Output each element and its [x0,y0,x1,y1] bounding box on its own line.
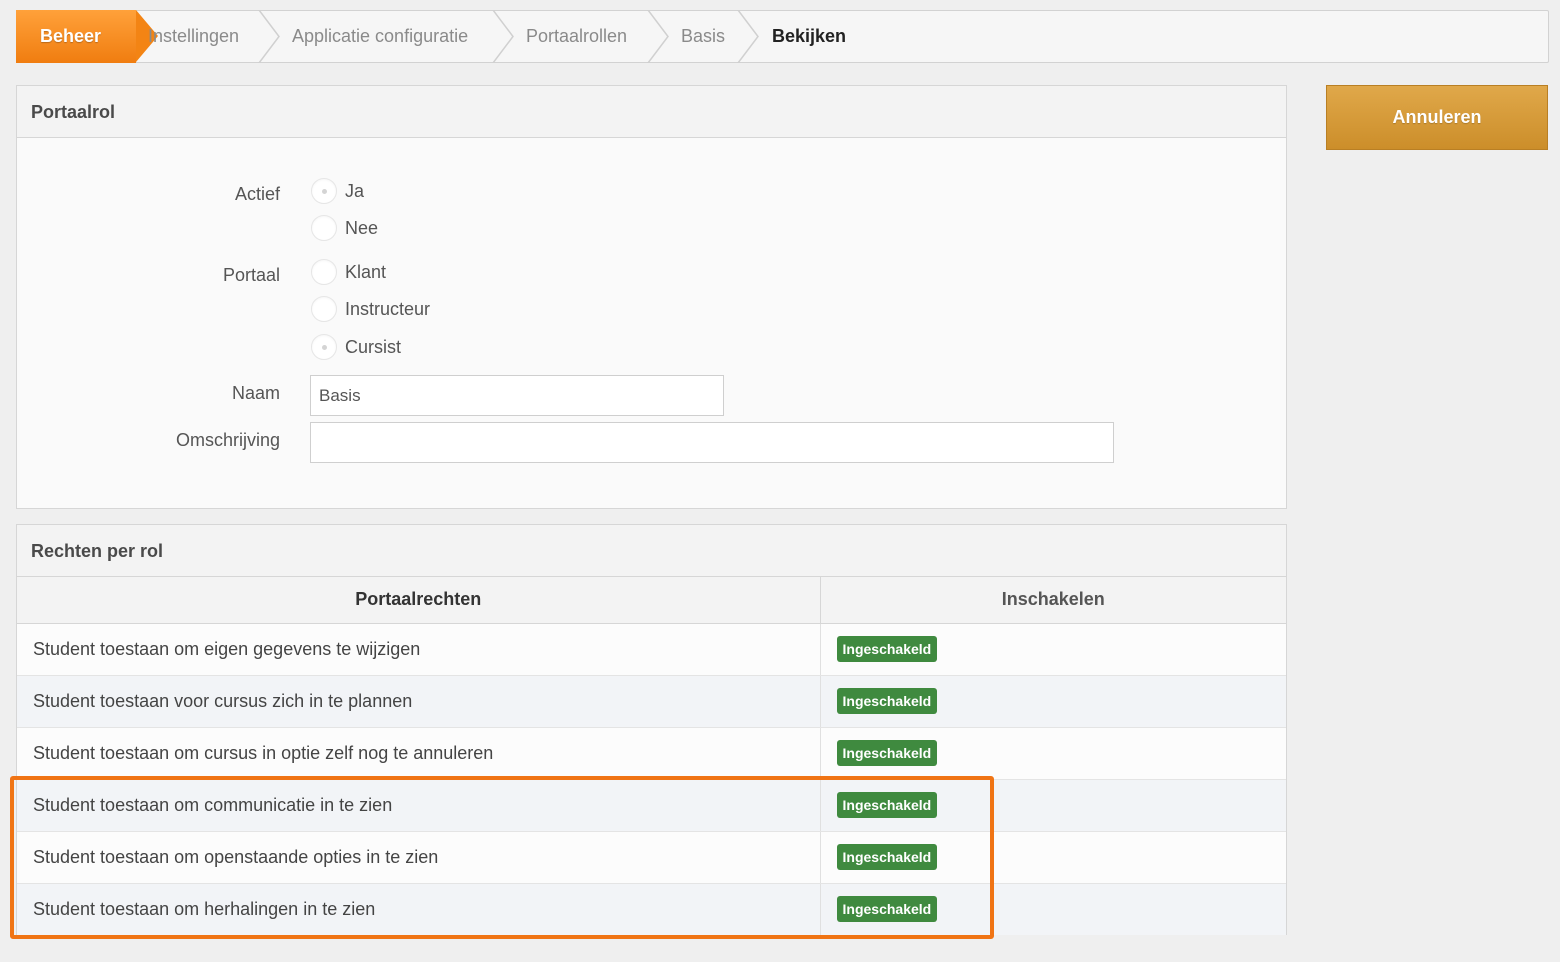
column-header-inschakelen: Inschakelen [820,577,1286,624]
table-row: Student toestaan om eigen gegevens te wi… [17,623,1286,676]
radio-label: Nee [345,217,379,238]
panel-title: Portaalrol [17,86,1286,138]
status-badge[interactable]: Ingeschakeld [836,688,938,714]
portal-radio-cursist[interactable]: Cursist [311,333,401,361]
radio-label: Cursist [345,336,402,357]
radio-unchecked-icon [311,215,337,241]
breadcrumb-item-instellingen[interactable]: Instellingen [148,11,239,62]
table-row: Student toestaan om openstaande opties i… [17,831,1286,884]
breadcrumb-item-applicatie-configuratie[interactable]: Applicatie configuratie [292,11,468,62]
breadcrumb: Beheer Instellingen Applicatie configura… [16,10,1549,63]
cancel-button[interactable]: Annuleren [1326,85,1548,150]
rights-table: Portaalrechten Inschakelen Student toest… [17,577,1286,935]
right-name: Student toestaan om communicatie in te z… [17,779,821,832]
breadcrumb-item-bekijken: Bekijken [772,26,847,46]
radio-unchecked-icon [311,259,337,285]
status-badge[interactable]: Ingeschakeld [836,740,938,766]
status-badge[interactable]: Ingeschakeld [836,636,938,662]
radio-unchecked-icon [311,296,337,322]
chevron-right-icon [492,10,514,63]
panel-title: Rechten per rol [17,525,1286,577]
portal-radio-klant[interactable]: Klant [311,258,386,286]
rights-panel: Rechten per rol Portaalrechten Inschakel… [16,524,1287,935]
status-badge[interactable]: Ingeschakeld [836,896,938,923]
table-row: Student toestaan om communicatie in te z… [17,779,1286,832]
column-header-portaalrechten: Portaalrechten [17,577,821,624]
chevron-right-icon [647,10,669,63]
radio-checked-icon [311,334,337,360]
active-label: Actief [234,184,280,204]
table-row: Student toestaan om cursus in optie zelf… [17,727,1286,780]
radio-label: Klant [345,261,387,282]
portal-role-panel: Portaalrol Actief Ja Nee Portaal Klant I… [16,85,1287,509]
right-name: Student toestaan om cursus in optie zelf… [17,727,821,780]
active-radio-nee[interactable]: Nee [311,214,378,242]
portal-label: Portaal [222,265,280,285]
right-name: Student toestaan om openstaande opties i… [17,831,821,884]
name-field[interactable]: Basis [310,375,724,416]
description-field[interactable] [310,422,1114,463]
right-name: Student toestaan om herhalingen in te zi… [17,883,821,935]
description-label: Omschrijving [175,430,280,450]
breadcrumb-item-basis[interactable]: Basis [681,11,725,62]
portal-radio-instructeur[interactable]: Instructeur [311,295,430,323]
status-badge[interactable]: Ingeschakeld [836,844,938,870]
name-label: Naam [231,383,280,403]
radio-checked-icon [311,178,337,204]
chevron-right-icon [258,10,280,63]
table-row: Student toestaan voor cursus zich in te … [17,675,1286,728]
active-radio-ja[interactable]: Ja [311,177,364,205]
radio-label: Instructeur [345,298,431,319]
right-name: Student toestaan voor cursus zich in te … [17,675,821,728]
chevron-right-icon [737,10,759,63]
status-badge[interactable]: Ingeschakeld [836,792,938,818]
breadcrumb-item-portaalrollen[interactable]: Portaalrollen [526,11,627,62]
right-name: Student toestaan om eigen gegevens te wi… [17,623,821,676]
table-row: Student toestaan om herhalingen in te zi… [17,883,1286,935]
breadcrumb-item-beheer[interactable]: Beheer [16,10,158,63]
radio-label: Ja [345,180,365,201]
